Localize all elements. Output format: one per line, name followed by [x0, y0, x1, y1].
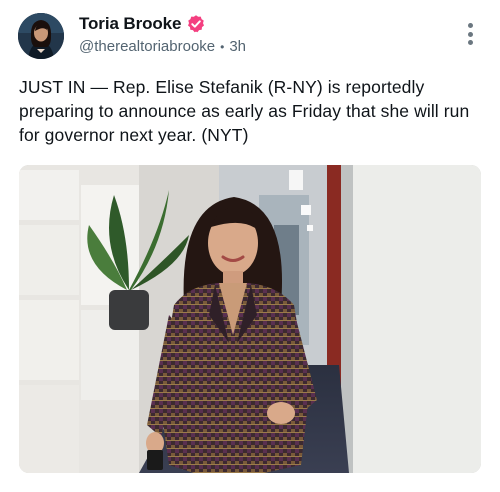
- more-vertical-icon[interactable]: [466, 23, 474, 45]
- avatar-image: [18, 13, 64, 59]
- post-image[interactable]: [19, 165, 481, 473]
- meta-row: @therealtoriabrooke • 3h: [79, 38, 246, 55]
- separator-dot: •: [220, 39, 225, 54]
- author-display-name[interactable]: Toria Brooke: [79, 14, 182, 34]
- more-dot: [467, 23, 473, 28]
- author-handle[interactable]: @therealtoriabrooke: [79, 38, 215, 55]
- more-dot: [467, 40, 473, 45]
- avatar[interactable]: [18, 13, 64, 59]
- verified-badge-icon: [186, 14, 206, 34]
- post-body-text: JUST IN — Rep. Elise Stefanik (R-NY) is …: [19, 77, 470, 145]
- social-post: Toria Brooke @therealtoriabrooke • 3h JU…: [0, 0, 500, 492]
- post-timestamp[interactable]: 3h: [229, 38, 246, 55]
- more-dot: [467, 31, 473, 37]
- post-photo: [19, 165, 481, 473]
- post-header: Toria Brooke @therealtoriabrooke • 3h: [79, 13, 246, 55]
- name-row: Toria Brooke: [79, 13, 246, 35]
